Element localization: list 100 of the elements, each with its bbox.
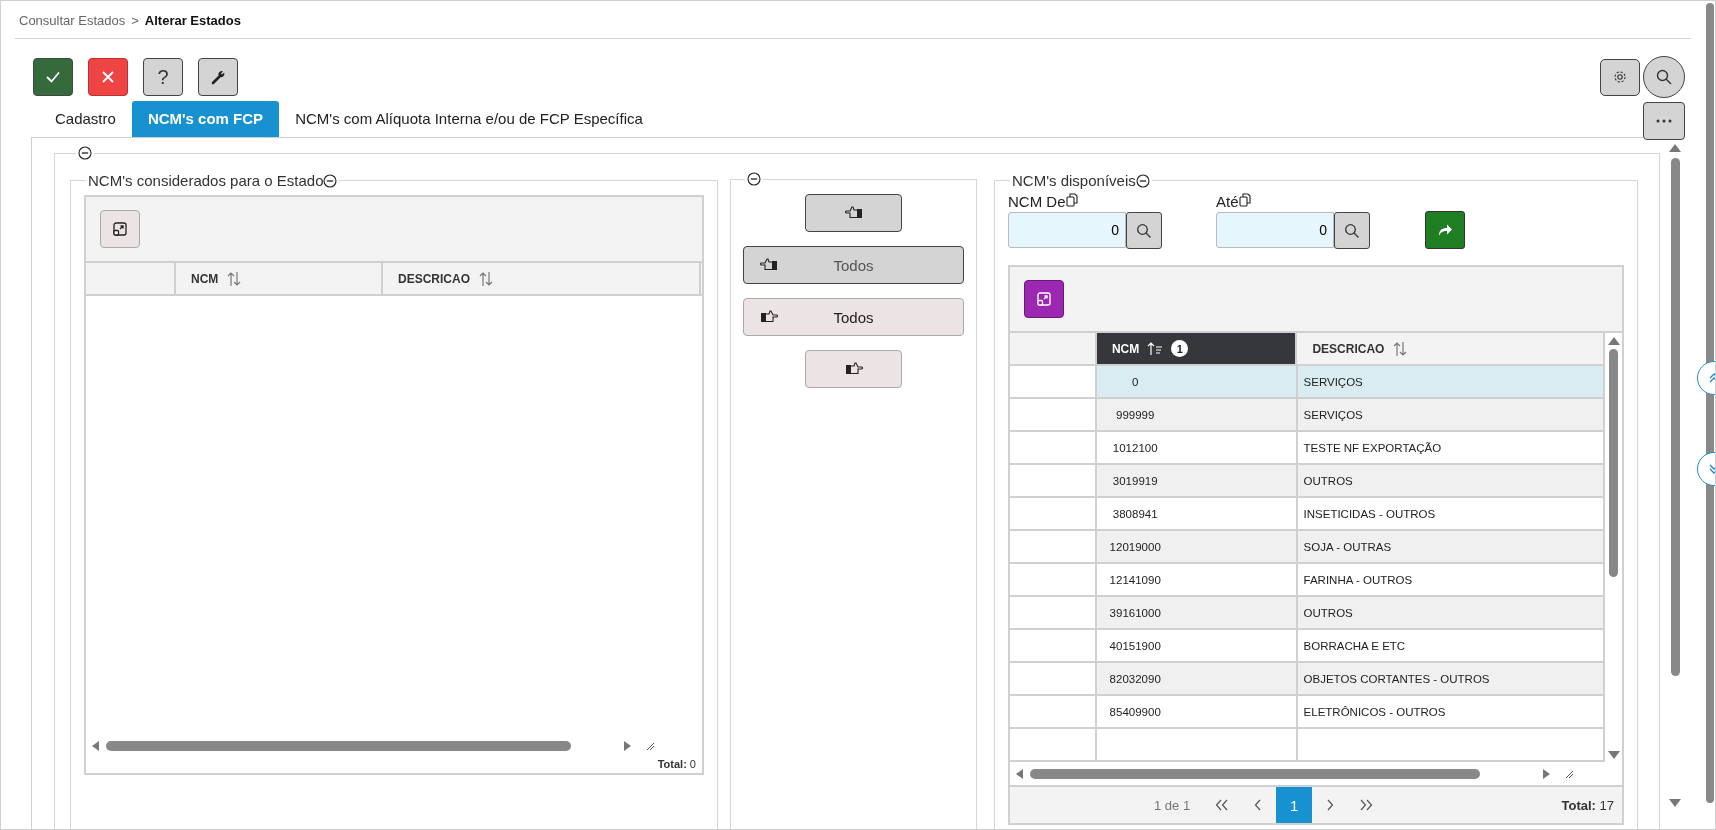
table-cell-text: 3808941 — [1111, 507, 1159, 520]
search-icon — [1655, 68, 1673, 86]
scroll-left-arrow-icon[interactable] — [92, 741, 100, 751]
table-row[interactable]: 0 SERVIÇOS — [1010, 366, 1605, 399]
pointing-hand-icon — [760, 258, 778, 272]
move-right-button[interactable]: Todos — [743, 298, 964, 336]
page-button[interactable]: 1 — [1276, 787, 1313, 823]
table-row[interactable]: 40151900 BORRACHA E ETC — [1010, 630, 1605, 663]
table-row[interactable]: 1012100 TESTE NF EXPORTAÇÃO — [1010, 432, 1605, 465]
expand-icon — [112, 221, 128, 237]
table-row[interactable]: 12019000 SOJA - OUTRAS — [1010, 531, 1605, 564]
table-cell: BORRACHA E ETC — [1303, 639, 1406, 652]
breadcrumb-item[interactable]: Consultar Estados — [19, 13, 126, 28]
resize-grip-icon[interactable] — [645, 741, 655, 751]
page-info: 1 de 1 — [1154, 797, 1191, 813]
table-cell-text: 82032090 — [1108, 672, 1162, 685]
move-right-button[interactable] — [805, 350, 902, 388]
pointing-hand-icon — [760, 310, 778, 324]
table-cell: OUTROS — [1303, 474, 1353, 487]
scroll-up-arrow-icon[interactable] — [1607, 337, 1620, 345]
chevron-left-icon — [1254, 799, 1263, 811]
input-field[interactable]: 0 — [1216, 212, 1334, 248]
tab[interactable]: Cadastro — [39, 101, 132, 137]
help-button[interactable]: ? — [143, 58, 183, 96]
table-row[interactable]: 3019919 OUTROS — [1010, 465, 1605, 498]
table-row[interactable]: 85409900 ELETRÔNICOS - OUTROS — [1010, 696, 1605, 729]
search-button[interactable] — [1643, 56, 1685, 98]
move-left-button[interactable] — [805, 194, 902, 232]
table-row[interactable]: 39161000 OUTROS — [1010, 597, 1605, 630]
field-label: NCM De — [1008, 193, 1066, 210]
total-count: Total: 17 — [1561, 797, 1614, 813]
scroll-down-arrow-icon[interactable] — [1607, 751, 1620, 759]
breadcrumb-separator: > — [131, 13, 139, 28]
collapse-icon[interactable] — [323, 173, 338, 188]
pointing-hand-icon — [844, 206, 863, 220]
resize-grip-icon[interactable] — [1564, 769, 1574, 779]
close-icon — [100, 69, 116, 85]
expand-button[interactable] — [1024, 280, 1064, 318]
column-header[interactable]: NCM — [176, 263, 383, 294]
breadcrumb-item: Alterar Estados — [144, 13, 241, 28]
column-header[interactable]: NCM 1 — [1096, 333, 1298, 364]
copy-icon[interactable] — [1065, 193, 1078, 207]
table-cell-text: 3019919 — [1111, 474, 1159, 487]
tab[interactable]: NCM's com FCP — [131, 101, 280, 137]
search-icon — [1136, 222, 1152, 239]
expand-icon — [1036, 291, 1052, 307]
table-cell-text: 39161000 — [1108, 606, 1162, 619]
sort-icon — [1392, 340, 1409, 357]
double-chevron-left-icon — [1215, 799, 1230, 811]
tab[interactable]: NCM's com Alíquota Interna e/ou de FCP Específica — [279, 101, 659, 137]
table-cell: ELETRÔNICOS - OUTROS — [1303, 705, 1446, 718]
total-count: Total: 0 — [657, 758, 696, 770]
forward-button[interactable] — [1425, 211, 1465, 249]
more-icon — [1656, 119, 1672, 123]
table-row[interactable]: 82032090 OBJETOS CORTANTES - OUTROS — [1010, 663, 1605, 696]
table-cell-text: 0 — [1131, 375, 1140, 388]
confirm-button[interactable] — [33, 58, 73, 96]
expand-button[interactable] — [100, 210, 140, 248]
section-title: NCM's disponíveis — [1012, 172, 1136, 189]
search-button[interactable] — [1126, 212, 1162, 249]
table-cell-text: 12141090 — [1108, 573, 1162, 586]
collapse-icon[interactable] — [1135, 173, 1150, 188]
scroll-right-arrow-icon[interactable] — [623, 741, 631, 751]
cancel-button[interactable] — [88, 58, 128, 96]
double-chevron-right-icon — [1359, 799, 1374, 811]
copy-icon[interactable] — [1238, 193, 1251, 207]
settings-button[interactable] — [1600, 58, 1640, 96]
table-cell: TESTE NF EXPORTAÇÃO — [1303, 441, 1442, 454]
table-row[interactable]: 3808941 INSETICIDAS - OUTROS — [1010, 498, 1605, 531]
table-cell: OUTROS — [1303, 606, 1353, 619]
table-cell: OBJETOS CORTANTES - OUTROS — [1303, 672, 1490, 685]
section-title: NCM's considerados para o Estado — [88, 172, 324, 189]
scroll-down-arrow-icon[interactable] — [1669, 799, 1681, 807]
field-label: Até — [1216, 193, 1239, 210]
more-button[interactable] — [1643, 102, 1685, 140]
table-row[interactable]: 12141090 FARINHA - OUTROS — [1010, 564, 1605, 597]
table-cell-text: 85409900 — [1108, 705, 1162, 718]
collapse-icon[interactable] — [747, 172, 761, 186]
column-header[interactable]: DESCRICAO — [383, 263, 701, 294]
table-cell: FARINHA - OUTROS — [1303, 573, 1413, 586]
table-cell-text: 40151900 — [1108, 639, 1162, 652]
table-cell: SOJA - OUTRAS — [1303, 540, 1392, 553]
input-field[interactable]: 0 — [1008, 212, 1126, 248]
chevron-right-icon — [1326, 799, 1335, 811]
search-icon — [1344, 222, 1360, 239]
scroll-up-arrow-icon[interactable] — [1669, 144, 1681, 152]
collapse-icon[interactable] — [78, 146, 92, 160]
tools-button[interactable] — [198, 58, 238, 96]
move-left-button[interactable]: Todos — [743, 246, 964, 284]
forward-arrow-icon — [1437, 223, 1453, 237]
table-cell-text: 1012100 — [1111, 441, 1159, 454]
table-cell-text: 999999 — [1115, 408, 1156, 421]
table-row[interactable]: 999999 SERVIÇOS — [1010, 399, 1605, 432]
settings-icon — [1612, 69, 1628, 85]
table-cell: INSETICIDAS - OUTROS — [1303, 507, 1436, 520]
wrench-icon — [210, 69, 226, 85]
sort-ascending-icon — [1147, 341, 1164, 356]
scroll-right-arrow-icon[interactable] — [1542, 769, 1550, 779]
scroll-left-arrow-icon[interactable] — [1016, 769, 1024, 779]
search-button[interactable] — [1334, 212, 1370, 249]
